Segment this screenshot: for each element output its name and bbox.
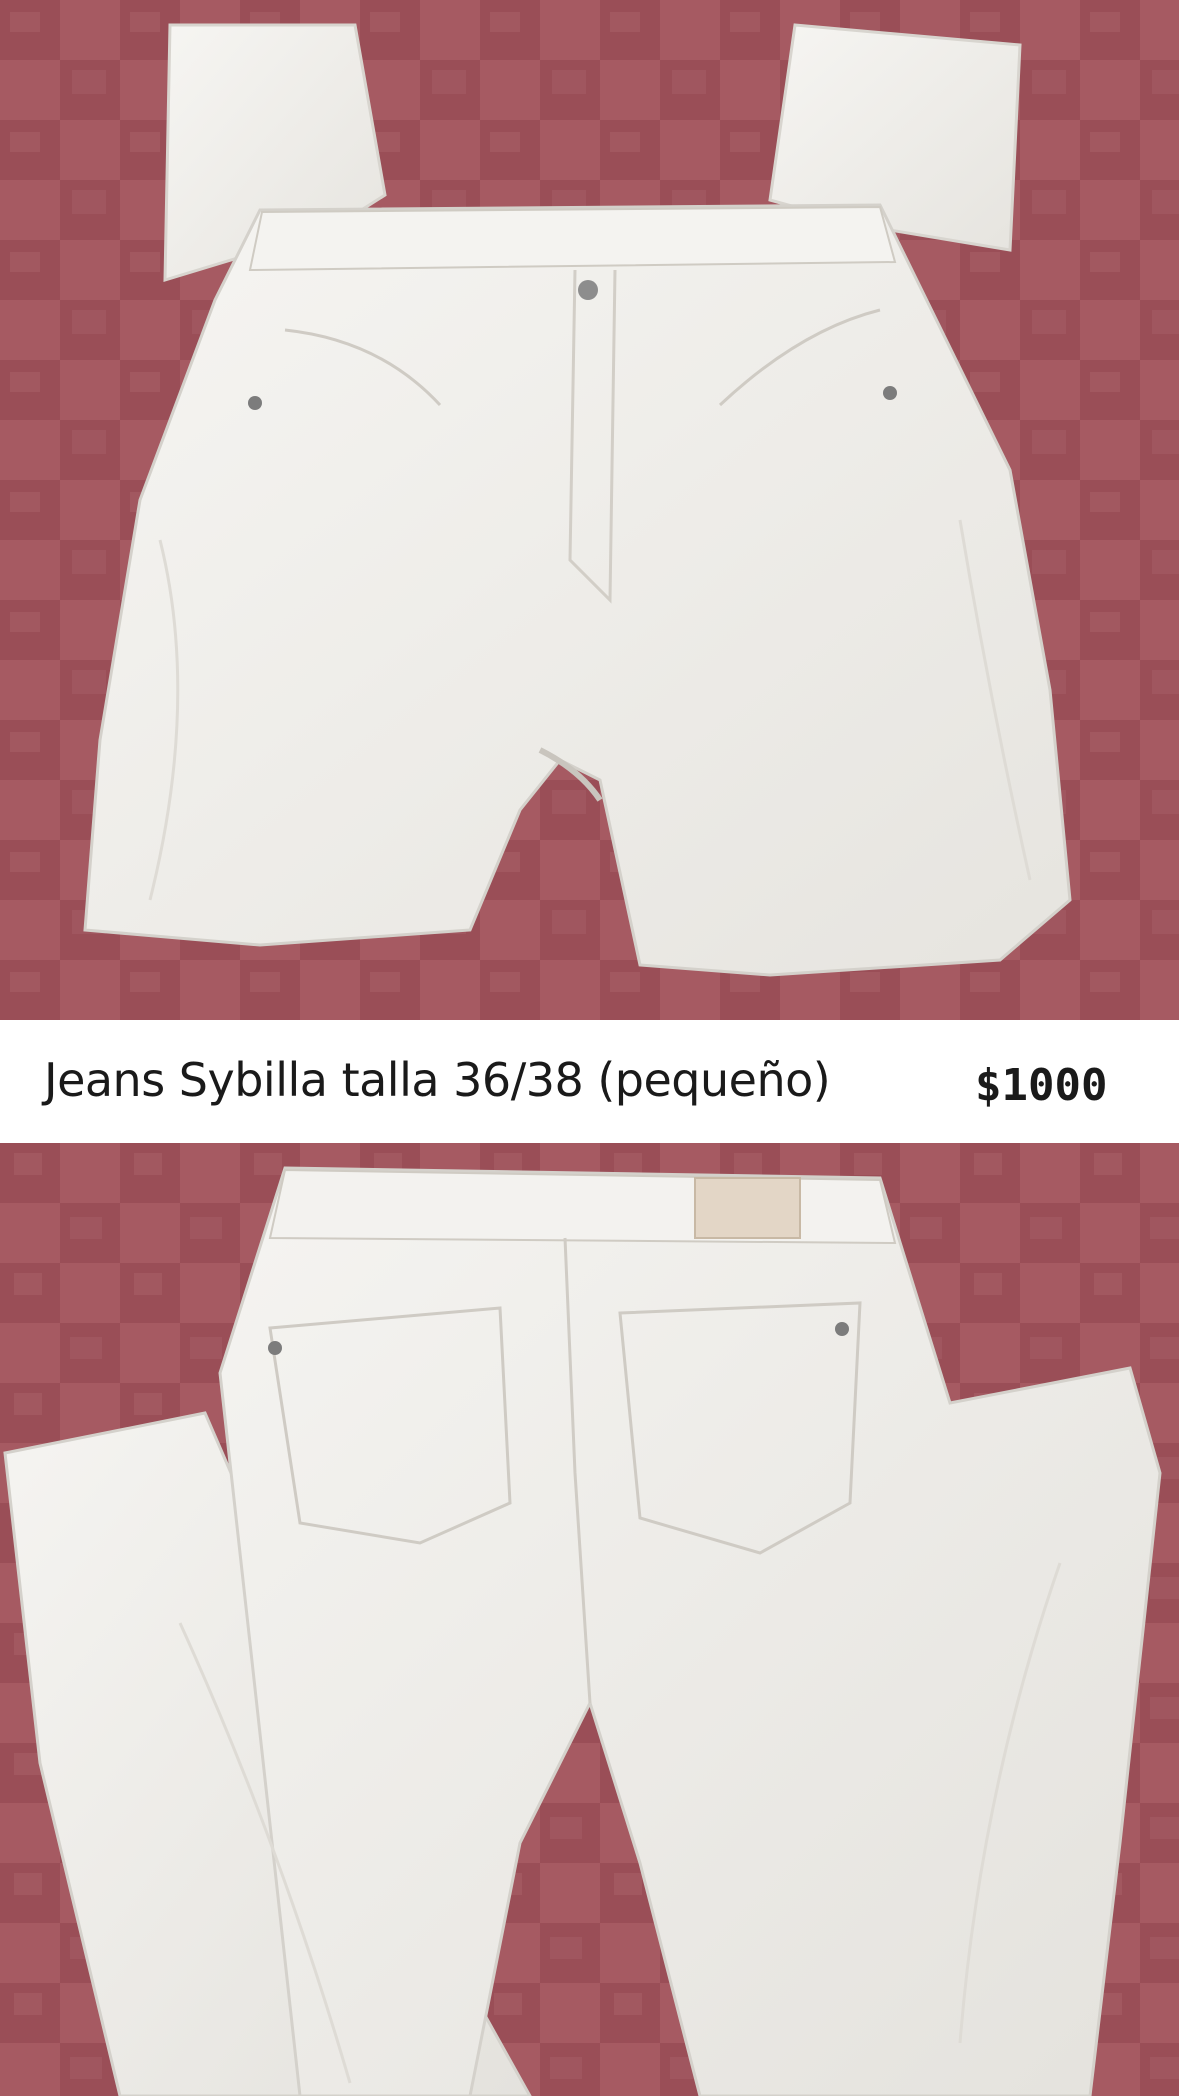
button-icon	[578, 280, 598, 300]
listing-price: $1000	[975, 1060, 1108, 1111]
listing-title: Jeans Sybilla talla 36/38 (pequeño)	[44, 1053, 831, 1107]
listing-image: Jeans Sybilla talla 36/38 (pequeño) $100…	[0, 0, 1179, 2096]
front-photo	[0, 0, 1179, 1020]
brand-label-patch	[694, 1177, 801, 1239]
back-photo	[0, 1143, 1179, 2096]
